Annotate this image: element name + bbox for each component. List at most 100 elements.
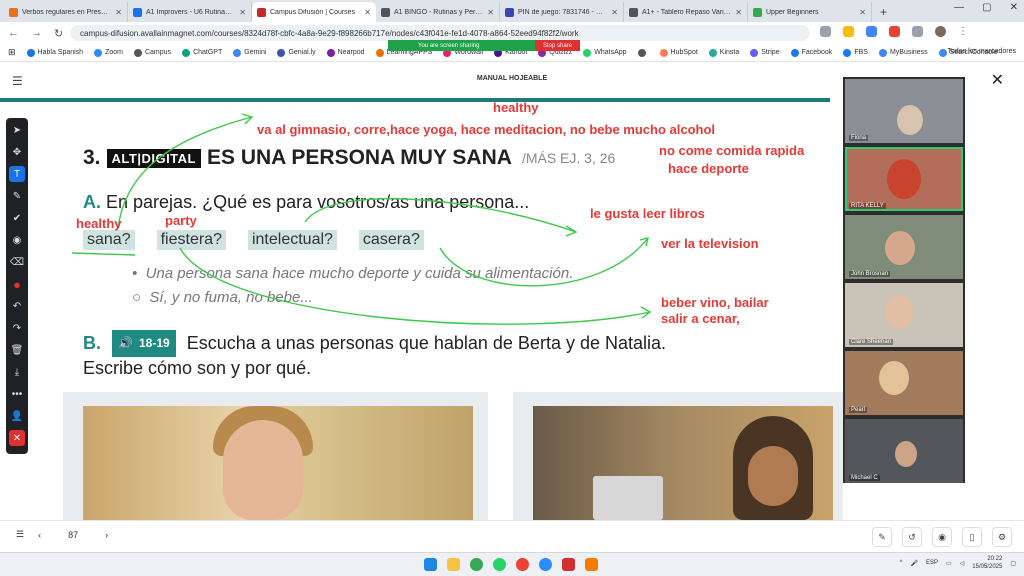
browser-tab[interactable]: A1 BINGO - Rutinas y Personal ✕ [376,2,500,22]
back-icon[interactable]: ← [8,27,19,39]
browser-tab[interactable]: A1 Improvers - U6 Rutinas y Ca ✕ [128,2,252,22]
mic-icon[interactable]: 🎤 [911,560,918,567]
bookmark-item[interactable]: Facebook [790,48,832,57]
menu-dots-icon[interactable]: ⋮ [958,26,969,37]
bookmark-item[interactable]: FBS [843,48,868,57]
annotation-no-fast-food: no come comida rapida [659,143,805,158]
extension-icon[interactable] [889,26,900,37]
more-icon[interactable]: ••• [9,386,25,402]
extension-icon[interactable] [843,26,854,37]
zoom-icon[interactable] [539,558,552,571]
pdf-icon[interactable] [562,558,575,571]
alt-digital-badge[interactable]: ALT|DIGITAL [106,148,201,168]
download-icon[interactable]: ⤓ [9,364,25,380]
browser-tab[interactable]: PIN de juego: 7831746 - Esper ✕ [500,2,624,22]
bookmark-item[interactable]: Habla Spanish [26,48,83,57]
windows-start-icon[interactable] [424,558,437,571]
audio-button[interactable]: 🔊 18-19 [112,330,176,357]
participant-tile[interactable]: Pearl [845,351,963,415]
close-icon[interactable]: ✕ [991,70,1004,90]
browser-tab[interactable]: Verbos regulares en Presente - ✕ [4,2,128,22]
reload-icon[interactable]: ↻ [54,27,63,40]
eraser-icon[interactable]: ⌫ [9,254,25,270]
participant-tile[interactable]: Fiona [845,79,963,143]
vlc-icon[interactable] [585,558,598,571]
bookmark-item[interactable]: Gemini [233,48,266,57]
notification-icon[interactable]: ▢ [1010,560,1016,567]
check-icon[interactable]: ✔ [9,210,25,226]
participant-tile[interactable]: Michael C [845,419,963,483]
bookmark-item[interactable]: Stripe [750,48,780,57]
stamp-icon[interactable]: ◉ [9,232,25,248]
close-toolbar-icon[interactable]: ✕ [9,430,25,446]
close-tab-icon[interactable]: ✕ [364,8,371,17]
whatsapp-icon[interactable] [493,558,506,571]
eye-icon[interactable]: ◉ [932,527,952,547]
bookmark-item[interactable] [637,48,649,57]
reset-icon[interactable]: ↺ [902,527,922,547]
bookmark-item[interactable]: Genial.ly [277,48,316,57]
close-tab-icon[interactable]: ✕ [239,8,246,17]
undo-icon[interactable]: ↶ [9,298,25,314]
chrome-icon[interactable] [516,558,529,571]
user-icon[interactable]: 👤 [9,408,25,424]
volume-icon[interactable]: ◁ [960,560,965,567]
browser-tab[interactable]: Campus Difusión | Courses ✕ [252,2,376,22]
bookmark-item[interactable]: ChatGPT [182,48,222,57]
trash-icon[interactable]: 🗑 [9,342,25,358]
browser-tab[interactable]: Upper Beginners ✕ [748,2,872,22]
color-icon[interactable]: ● [9,276,25,292]
close-tab-icon[interactable]: ✕ [735,8,742,17]
redo-icon[interactable]: ↷ [9,320,25,336]
maximize-button[interactable]: ▢ [982,2,991,13]
bookmark-item[interactable]: Campus [133,48,171,57]
bookmark-item[interactable]: Kinsta [708,48,739,57]
all-bookmarks-link[interactable]: Todos los marcadores [948,48,1016,55]
network-icon[interactable]: ▭ [946,560,952,567]
close-tab-icon[interactable]: ✕ [115,8,122,17]
stop-share-button[interactable]: Stop share [534,40,580,51]
bookmark-favicon-icon [843,48,852,57]
new-tab-button[interactable]: + [872,2,895,22]
forward-icon[interactable]: → [31,27,42,39]
close-tab-icon[interactable]: ✕ [611,8,618,17]
apps-icon[interactable]: ⊞ [8,47,16,58]
minimize-button[interactable]: — [954,2,964,13]
page-icon[interactable]: ▯ [962,527,982,547]
language-indicator[interactable]: ESP [926,560,938,566]
browser-tab[interactable]: A1+ - Tablero Repaso Variado ✕ [624,2,748,22]
participant-tile[interactable]: John Brosnan [845,215,963,279]
close-window-button[interactable]: ✕ [1010,2,1018,13]
chrome-icon[interactable] [470,558,483,571]
close-tab-icon[interactable]: ✕ [487,8,494,17]
profile-avatar[interactable] [935,26,946,37]
file-explorer-icon[interactable] [447,558,460,571]
bookmark-label: WhatsApp [594,49,627,56]
participant-tile[interactable]: Clare Sheehan [845,283,963,347]
bookmark-item[interactable]: MyBusiness [878,48,928,57]
pill-sana: sana? [83,230,135,250]
settings-icon[interactable]: ⚙ [992,527,1012,547]
bookmark-item[interactable]: Zoom [94,48,123,57]
next-page-icon[interactable]: › [105,530,108,540]
cursor-icon[interactable]: ➤ [9,122,25,138]
extension-icon[interactable] [820,26,831,37]
url-field[interactable]: campus-difusion.avallainmagnet.com/cours… [70,25,810,41]
prev-page-icon[interactable]: ‹ [38,530,41,540]
extension-icon[interactable] [912,26,923,37]
annotate-icon[interactable]: ✎ [872,527,892,547]
page-number-field[interactable]: 87 [55,530,91,540]
bookmark-item[interactable]: HubSpot [659,48,698,57]
pen-icon[interactable]: ✎ [9,188,25,204]
chevron-up-icon[interactable]: ^ [900,560,903,566]
close-tab-icon[interactable]: ✕ [859,8,866,17]
text-tool-icon[interactable]: T [9,166,25,182]
bookmark-item[interactable]: WhatsApp [583,48,627,57]
participant-tile[interactable]: RITA KELLY [845,147,963,211]
list-icon[interactable]: ☰ [16,529,24,540]
extension-icon[interactable] [866,26,877,37]
clock[interactable]: 20:22 15/05/2025 [972,555,1002,571]
move-icon[interactable]: ✥ [9,144,25,160]
bookmark-item[interactable]: Nearpod [326,48,365,57]
arrow-fiestera [179,247,651,325]
